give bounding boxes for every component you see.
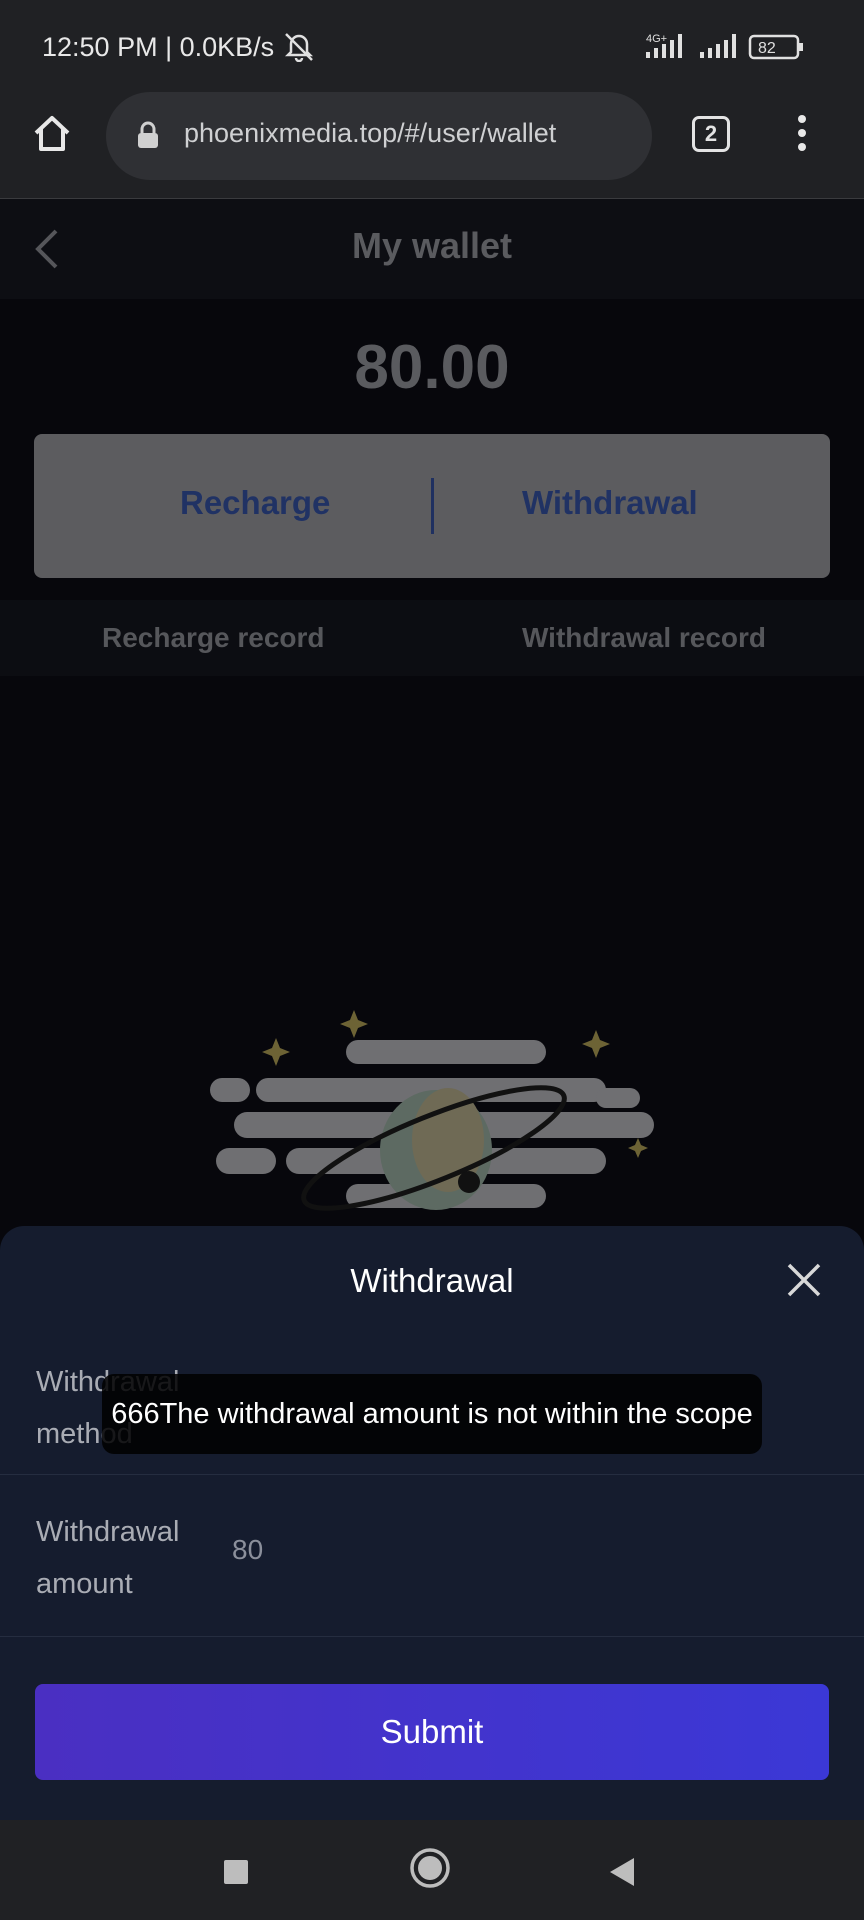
address-bar[interactable]: phoenixmedia.top/#/user/wallet [106, 92, 652, 180]
empty-state-illustration [196, 990, 676, 1235]
page-title: My wallet [351, 225, 513, 266]
withdrawal-amount-row: Withdrawal amount 80 [0, 1476, 864, 1637]
wallet-actions-card: Recharge Withdrawal [34, 434, 830, 578]
withdrawal-amount-label: Withdrawal amount [36, 1516, 180, 1600]
notifications-off-icon [282, 30, 316, 67]
status-indicators: 4G+ 82 [646, 30, 814, 71]
signal-icon-2 [700, 34, 736, 58]
url-text: phoenixmedia.top/#/user/wallet [184, 118, 557, 148]
tab-switcher-button[interactable]: 2 [692, 116, 730, 152]
divider [431, 478, 434, 534]
close-icon[interactable] [786, 1262, 822, 1303]
submit-button[interactable]: Submit [35, 1684, 829, 1780]
withdrawal-sheet: Withdrawal Withdrawal method Withdrawal … [0, 1226, 864, 1820]
toast-message: 666The withdrawal amount is not within t… [111, 1398, 753, 1430]
network-type-text: 4G+ [646, 33, 667, 45]
lock-icon [136, 120, 160, 155]
back-triangle-icon[interactable] [608, 1856, 638, 1893]
error-toast: 666The withdrawal amount is not within t… [102, 1374, 762, 1454]
system-nav-bar [0, 1820, 864, 1920]
status-time: 12:50 PM | 0.0KB/s [42, 32, 275, 62]
battery-icon: 82 [748, 34, 803, 60]
tab-withdrawal-record[interactable]: Withdrawal record [522, 622, 766, 654]
withdrawal-amount-input[interactable]: 80 [232, 1534, 263, 1566]
page-header: My wallet [0, 199, 864, 299]
recharge-button[interactable]: Recharge [180, 484, 330, 522]
browser-toolbar: phoenixmedia.top/#/user/wallet 2 [0, 80, 864, 199]
records-tabs: Recharge record Withdrawal record [0, 600, 864, 676]
sheet-title: Withdrawal [350, 1262, 514, 1299]
recents-icon[interactable] [222, 1858, 250, 1891]
tab-recharge-record[interactable]: Recharge record [102, 622, 325, 654]
withdrawal-button[interactable]: Withdrawal [522, 484, 698, 522]
wallet-balance: 80.00 [354, 333, 510, 402]
home-circle-icon[interactable] [408, 1846, 452, 1895]
more-vert-icon[interactable] [792, 114, 812, 159]
home-icon[interactable] [30, 111, 74, 160]
battery-level: 82 [758, 40, 776, 57]
